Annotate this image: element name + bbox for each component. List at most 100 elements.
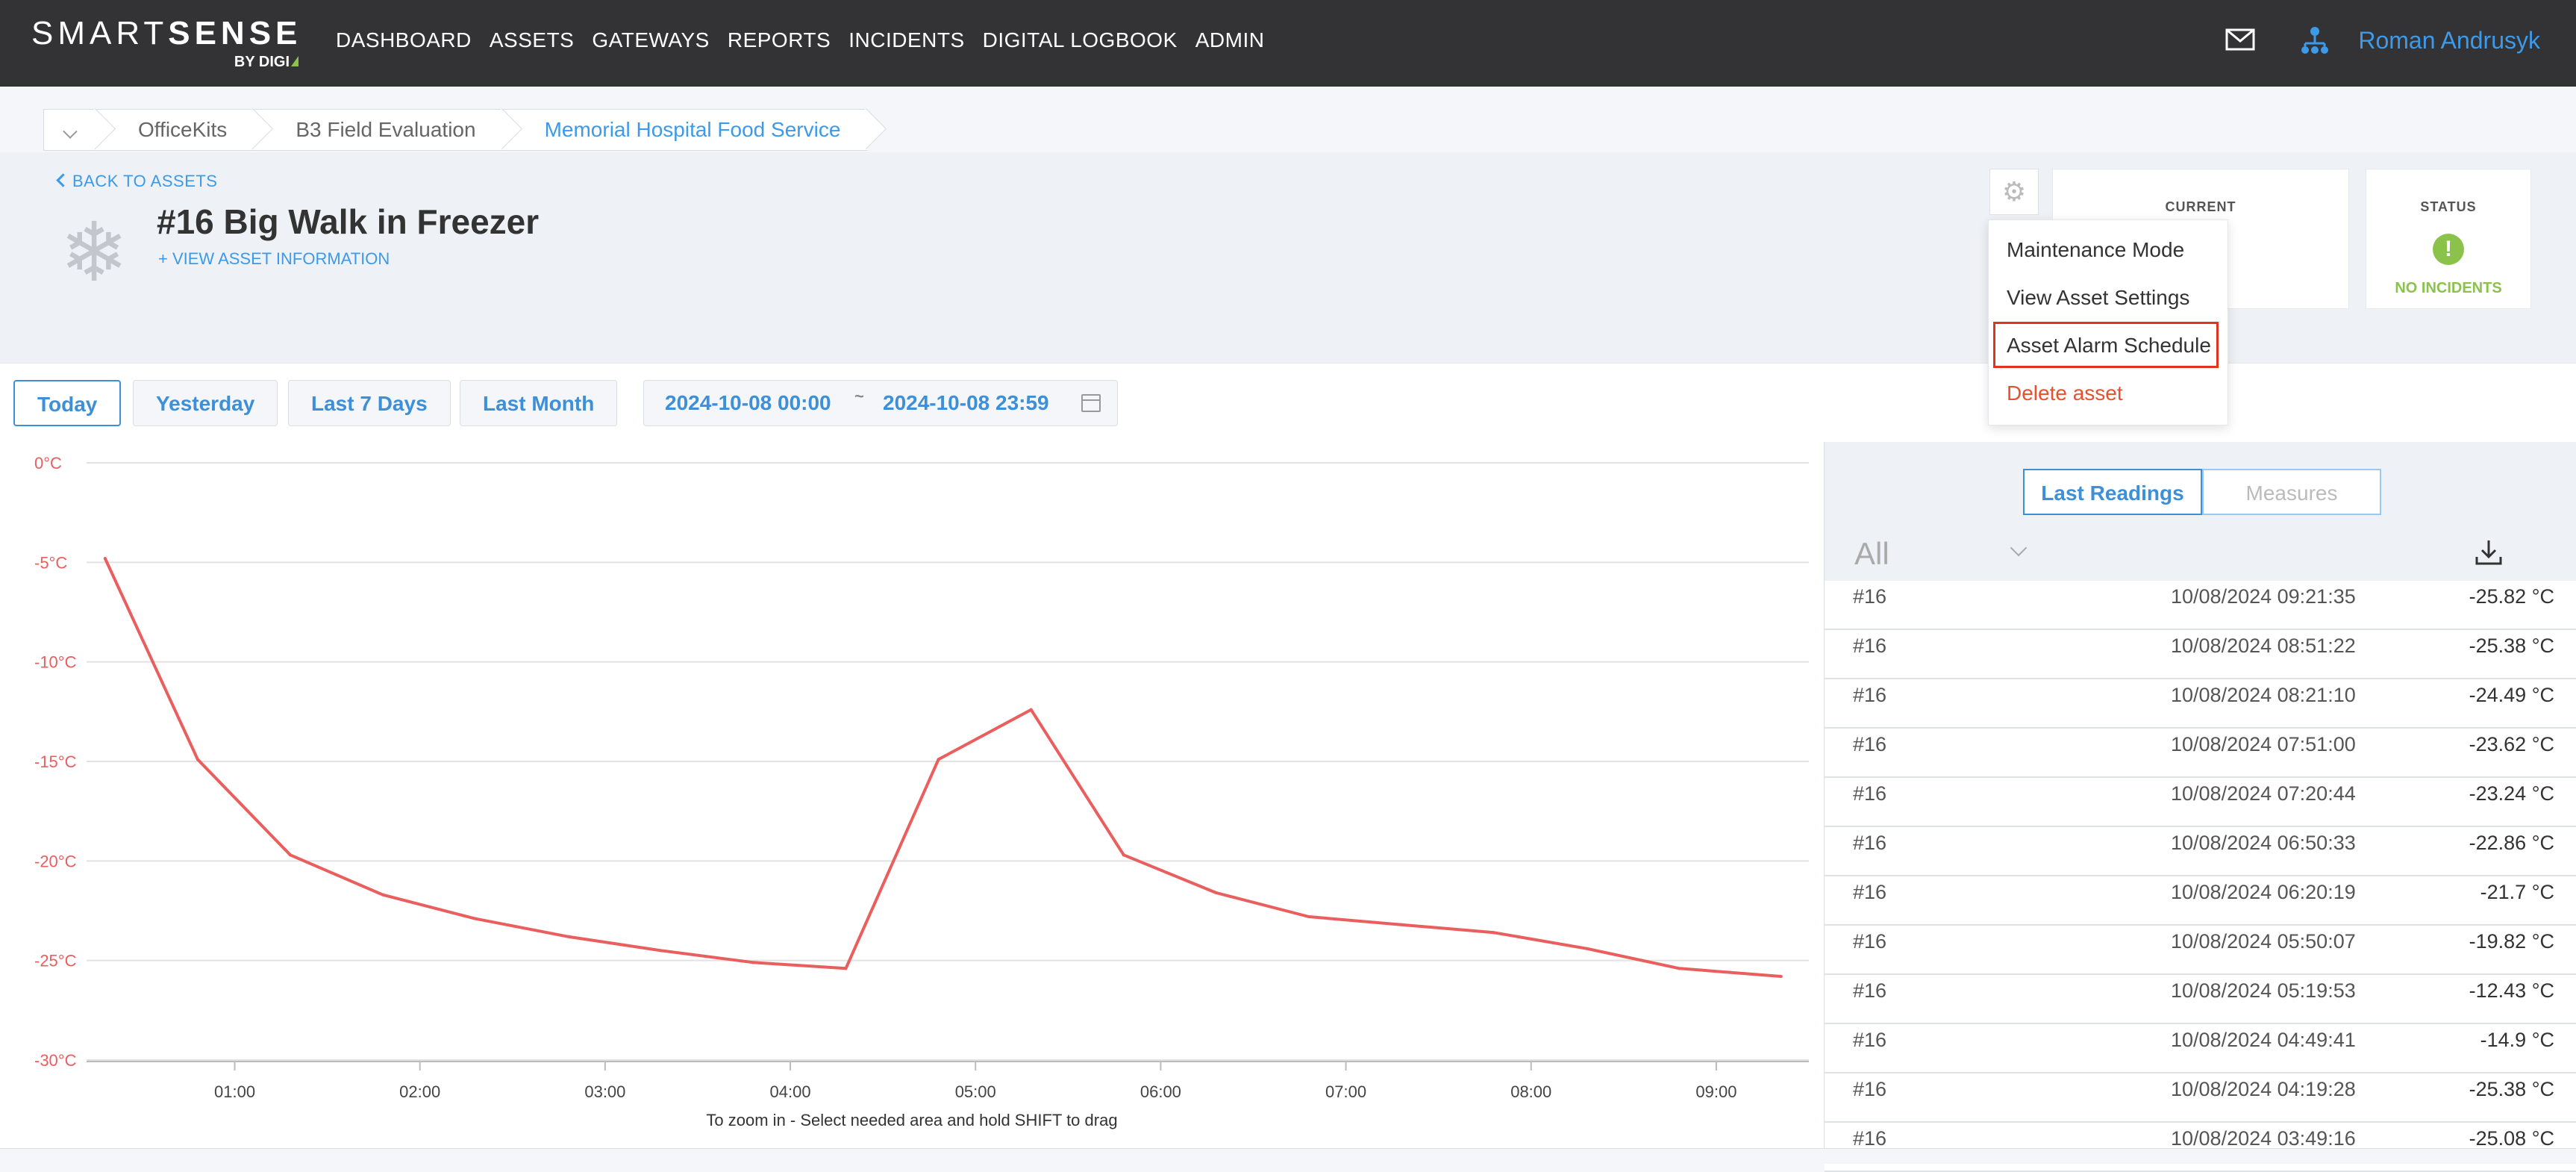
data-point: [844, 967, 848, 970]
y-tick-label: -5°C: [34, 553, 67, 572]
data-point: [751, 961, 755, 964]
snowflake-icon: ❄: [60, 207, 129, 299]
line-chart-svg[interactable]: 0°C -5°C -10°C -15°C -20°C -25°C -30°C 01:00 02:…: [0, 442, 1824, 1099]
asset-settings-menu: Maintenance Mode View Asset Settings Ass…: [1988, 219, 2228, 426]
reading-sensor-id: #16: [1853, 979, 1887, 1002]
data-point: [1029, 708, 1033, 711]
menu-item-delete-asset[interactable]: Delete asset: [2007, 381, 2123, 405]
reading-sensor-id: #16: [1853, 733, 1887, 755]
readings-list: #16 10/08/2024 09:21:35 -25.82 °C #16 10/08/…: [1825, 581, 2576, 1172]
nav-admin[interactable]: ADMIN: [1195, 28, 1265, 52]
tab-measures[interactable]: Measures: [2202, 469, 2381, 515]
y-tick-label: -10°C: [34, 653, 77, 672]
table-row[interactable]: #16 10/08/2024 03:49:16 -25.08 °C: [1825, 1123, 2576, 1172]
table-row[interactable]: #16 10/08/2024 08:21:10 -24.49 °C: [1825, 679, 2576, 729]
top-navigation-bar: SMARTSENSE BY DIGI DASHBOARD ASSETS GATE…: [0, 0, 2576, 87]
filter-last-month-button[interactable]: Last Month: [460, 380, 618, 426]
organization-icon[interactable]: [2300, 25, 2330, 55]
nav-incidents[interactable]: INCIDENTS: [848, 28, 964, 52]
reading-sensor-id: #16: [1853, 782, 1887, 805]
table-row[interactable]: #16 10/08/2024 09:21:35 -25.82 °C: [1825, 581, 2576, 630]
tab-last-readings[interactable]: Last Readings: [2023, 469, 2202, 515]
filter-last-7-days-button[interactable]: Last 7 Days: [288, 380, 451, 426]
data-point: [659, 949, 663, 953]
reading-sensor-id: #16: [1853, 684, 1887, 706]
bottom-strip: [0, 1148, 2576, 1164]
table-row[interactable]: #16 10/08/2024 04:49:41 -14.9 °C: [1825, 1024, 2576, 1073]
user-menu[interactable]: Roman Andrusyk: [2358, 27, 2540, 54]
exclamation-icon: !: [2433, 234, 2464, 265]
nav-assets[interactable]: ASSETS: [490, 28, 574, 52]
status-badge: NO INCIDENTS: [2395, 280, 2502, 296]
reading-timestamp: 10/08/2024 07:20:44: [2171, 782, 2356, 805]
reading-timestamp: 10/08/2024 08:21:10: [2171, 684, 2356, 706]
x-tick-label: 01:00: [214, 1082, 255, 1099]
breadcrumb-dropdown[interactable]: [43, 109, 96, 151]
reading-value: -25.82 °C: [2469, 585, 2554, 608]
breadcrumb-b3-field-evaluation[interactable]: B3 Field Evaluation: [254, 109, 503, 151]
reading-sensor-id: #16: [1853, 930, 1887, 953]
temperature-chart[interactable]: 0°C -5°C -10°C -15°C -20°C -25°C -30°C 01:00 02:…: [0, 442, 1824, 1148]
asset-settings-button[interactable]: ⚙: [1989, 169, 2039, 215]
table-row[interactable]: #16 10/08/2024 04:19:28 -25.38 °C: [1825, 1073, 2576, 1123]
x-tick-label: 06:00: [1140, 1082, 1181, 1099]
chevron-down-icon: [63, 124, 78, 139]
reading-sensor-id: #16: [1853, 585, 1887, 608]
reading-sensor-id: #16: [1853, 1078, 1887, 1100]
data-point: [474, 917, 478, 920]
data-point: [1400, 923, 1404, 926]
table-row[interactable]: #16 10/08/2024 06:20:19 -21.7 °C: [1825, 876, 2576, 926]
reading-sensor-id: #16: [1853, 1029, 1887, 1051]
filter-today-button[interactable]: Today: [13, 380, 122, 426]
data-point: [103, 557, 107, 560]
reading-value: -12.43 °C: [2469, 979, 2554, 1002]
reading-timestamp: 10/08/2024 08:51:22: [2171, 635, 2356, 657]
reading-timestamp: 10/08/2024 04:19:28: [2171, 1078, 2356, 1100]
chevron-down-icon[interactable]: [2010, 539, 2028, 557]
table-row[interactable]: #16 10/08/2024 07:51:00 -23.62 °C: [1825, 729, 2576, 778]
menu-item-asset-alarm-schedule[interactable]: Asset Alarm Schedule: [2007, 334, 2211, 358]
x-tick-label: 05:00: [955, 1082, 996, 1099]
view-asset-information-link[interactable]: + VIEW ASSET INFORMATION: [158, 249, 390, 269]
menu-item-maintenance-mode[interactable]: Maintenance Mode: [2007, 238, 2184, 262]
table-row[interactable]: #16 10/08/2024 07:20:44 -23.24 °C: [1825, 778, 2576, 827]
data-point: [1678, 967, 1681, 970]
smartsense-logo[interactable]: SMARTSENSE BY DIGI: [31, 15, 300, 75]
reading-value: -25.38 °C: [2469, 635, 2554, 657]
back-to-assets-link[interactable]: BACK TO ASSETS: [56, 172, 217, 191]
table-row[interactable]: #16 10/08/2024 05:50:07 -19.82 °C: [1825, 926, 2576, 975]
x-tick-label: 08:00: [1510, 1082, 1551, 1099]
reading-value: -24.49 °C: [2469, 684, 2554, 706]
date-range-picker[interactable]: 2024-10-08 00:00 ~ 2024-10-08 23:59: [643, 380, 1118, 426]
table-row[interactable]: #16 10/08/2024 08:51:22 -25.38 °C: [1825, 630, 2576, 679]
table-row[interactable]: #16 10/08/2024 05:19:53 -12.43 °C: [1825, 975, 2576, 1024]
sensor-filter-select[interactable]: All: [1854, 536, 1889, 572]
mail-icon[interactable]: [2225, 28, 2255, 51]
logo-by-digi: BY DIGI: [234, 54, 298, 71]
breadcrumb-memorial-hospital[interactable]: Memorial Hospital Food Service: [502, 109, 868, 151]
menu-item-view-asset-settings[interactable]: View Asset Settings: [2007, 286, 2189, 310]
y-tick-label: -15°C: [34, 752, 77, 771]
date-from: 2024-10-08 00:00: [665, 391, 831, 414]
reading-value: -23.24 °C: [2469, 782, 2554, 805]
breadcrumb: OfficeKits B3 Field Evaluation Memorial …: [43, 109, 868, 151]
data-point: [381, 893, 385, 897]
data-point: [937, 758, 940, 761]
y-tick-label: -20°C: [34, 852, 77, 870]
temperature-series-line: [103, 558, 1781, 978]
nav-gateways[interactable]: GATEWAYS: [592, 28, 710, 52]
reading-timestamp: 10/08/2024 03:49:16: [2171, 1127, 2356, 1150]
download-icon[interactable]: [2474, 537, 2504, 567]
y-tick-label: 0°C: [34, 454, 62, 473]
readings-toggle: Last Readings Measures: [2023, 469, 2381, 515]
reading-value: -25.38 °C: [2469, 1078, 2554, 1100]
filter-yesterday-button[interactable]: Yesterday: [133, 380, 278, 426]
table-row[interactable]: #16 10/08/2024 06:50:33 -22.86 °C: [1825, 827, 2576, 876]
nav-dashboard[interactable]: DASHBOARD: [336, 28, 472, 52]
breadcrumb-officekits[interactable]: OfficeKits: [96, 109, 254, 151]
nav-reports[interactable]: REPORTS: [728, 28, 831, 52]
data-point: [196, 758, 199, 761]
x-tick-label: 03:00: [584, 1082, 625, 1099]
reading-timestamp: 10/08/2024 06:20:19: [2171, 881, 2356, 903]
nav-digital-logbook[interactable]: DIGITAL LOGBOOK: [983, 28, 1178, 52]
